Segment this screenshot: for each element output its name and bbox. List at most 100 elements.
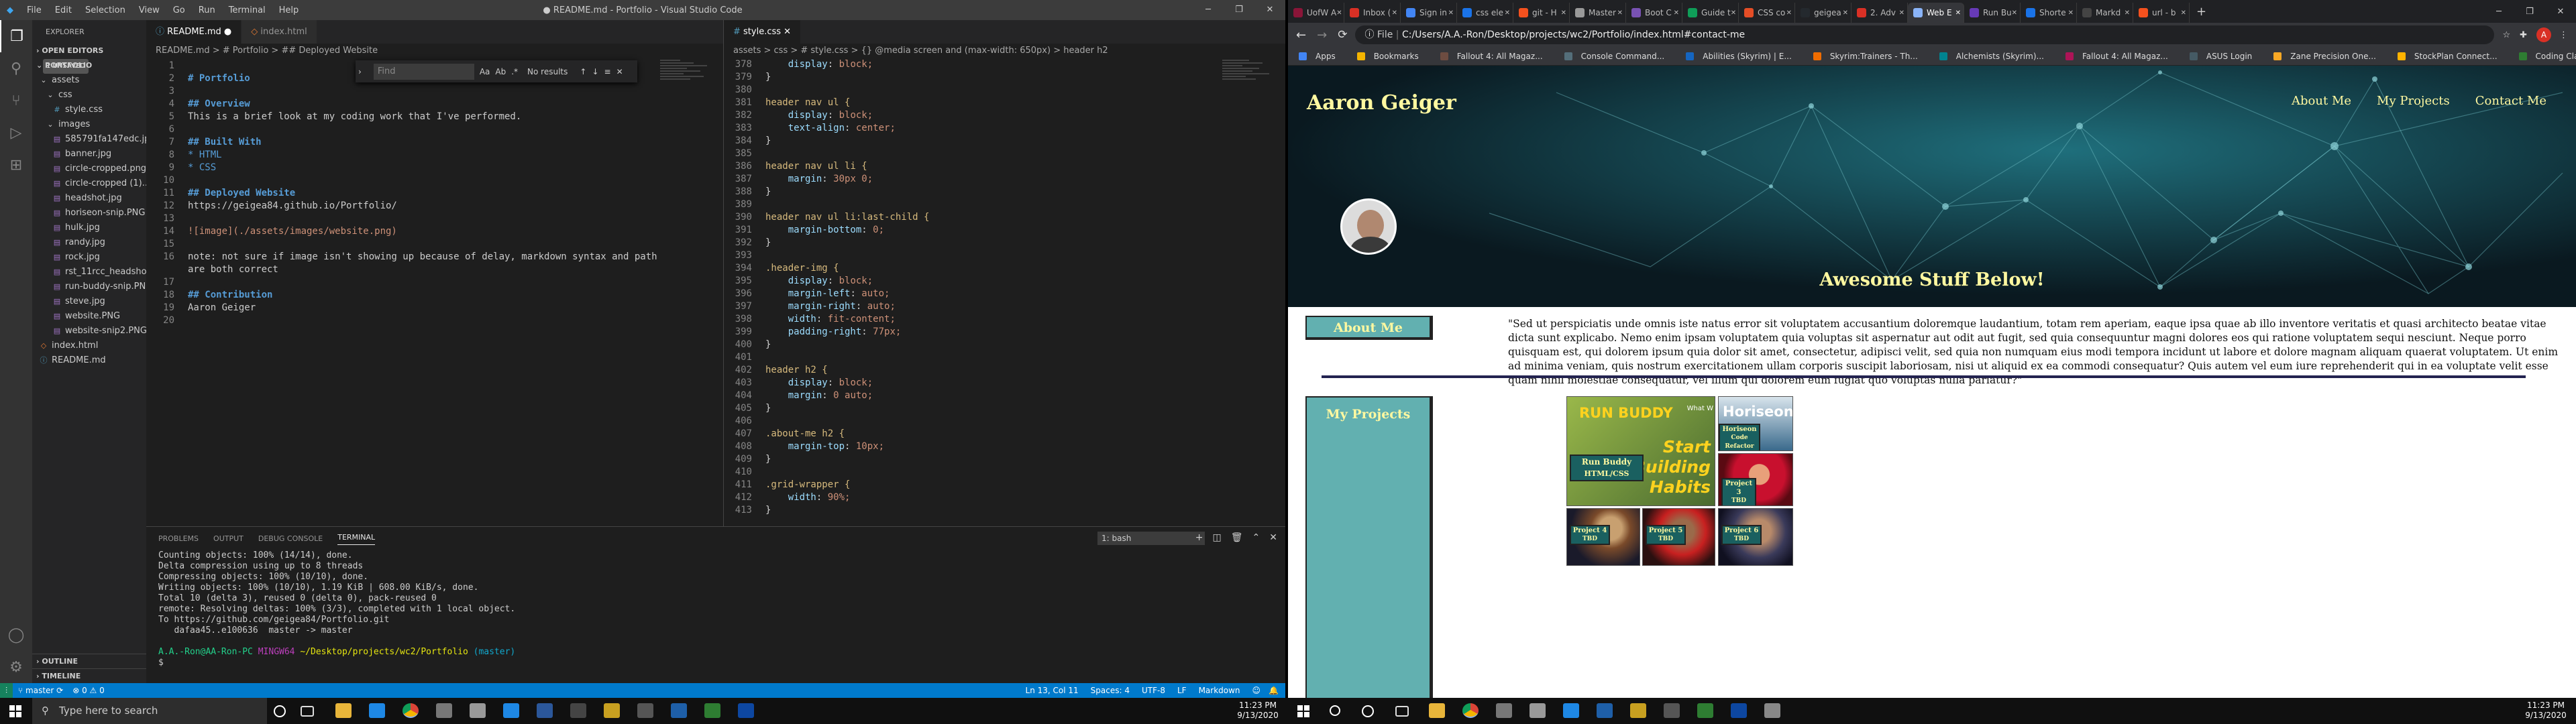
code-line[interactable]: 399 padding-right: 77px;: [724, 326, 1285, 339]
clock-left[interactable]: 11:23 PM 9/13/2020: [1234, 701, 1281, 721]
menu-selection[interactable]: Selection: [78, 5, 132, 15]
reload-icon[interactable]: ⟳: [1338, 28, 1347, 42]
project-5-tile[interactable]: Project 5 TBD: [1642, 508, 1715, 566]
tab-close-icon[interactable]: ✕: [1336, 9, 1342, 17]
explorer-icon[interactable]: ❐: [0, 20, 32, 52]
explorer-item[interactable]: ⌄ images: [32, 117, 146, 132]
project-horiseon-tile[interactable]: Horiseon Horiseon Code Refactor: [1718, 396, 1793, 451]
code-line[interactable]: 7 ## Built With: [146, 136, 723, 149]
project-3-tile[interactable]: Project 3 TBD: [1718, 453, 1793, 506]
browser-tab[interactable]: Boot C ✕: [1626, 3, 1682, 23]
project-6-tile[interactable]: Project 6 TBD: [1718, 508, 1793, 566]
code-line[interactable]: 406: [724, 415, 1285, 428]
code-line[interactable]: 378 display: block;: [724, 58, 1285, 71]
new-terminal-icon[interactable]: +: [1195, 532, 1203, 543]
close-icon[interactable]: ✕: [1254, 0, 1285, 20]
terminal-output[interactable]: Counting objects: 100% (14/14), done. Del…: [146, 550, 1285, 668]
word-icon[interactable]: [537, 703, 553, 718]
chrome-minimize-icon[interactable]: ─: [2483, 7, 2514, 17]
explorer-item[interactable]: ⌄ css: [32, 88, 146, 103]
minimap[interactable]: [660, 58, 714, 132]
bookmark-item[interactable]: Abilities (Skyrim) | E...: [1680, 52, 1797, 61]
readme-code[interactable]: 1 2 # Portfolio 3 4 ## Overview 5 This is a bri…: [146, 58, 723, 327]
bookmark-item[interactable]: Skyrim:Trainers - Th...: [1808, 52, 1923, 61]
app-icon-4[interactable]: [671, 703, 687, 718]
code-line[interactable]: 403 display: block;: [724, 377, 1285, 389]
find-input[interactable]: Find: [373, 63, 474, 80]
encoding-status[interactable]: UTF-8: [1142, 686, 1165, 695]
app-icon-9[interactable]: [1664, 703, 1680, 718]
tab-close-icon[interactable]: ✕: [1899, 9, 1904, 17]
explorer-item[interactable]: ▤ horiseon-snip.PNG: [32, 206, 146, 221]
code-line[interactable]: 400}: [724, 339, 1285, 351]
clock-right[interactable]: 11:23 PM 9/13/2020: [2522, 701, 2569, 721]
browser-tab[interactable]: Guide t ✕: [1682, 3, 1739, 23]
terminal-shell-select[interactable]: 1: bash: [1097, 532, 1205, 545]
app-icon-10[interactable]: [1697, 703, 1713, 718]
camera-icon-right[interactable]: [1496, 703, 1512, 718]
code-line[interactable]: 398 width: fit-content;: [724, 313, 1285, 326]
code-line[interactable]: 388}: [724, 186, 1285, 198]
code-line[interactable]: 404 margin: 0 auto;: [724, 389, 1285, 402]
code-line[interactable]: 386 header nav ul li {: [724, 160, 1285, 173]
app-icon-1[interactable]: [570, 703, 586, 718]
menu-file[interactable]: File: [20, 5, 48, 15]
tab-debug-console[interactable]: DEBUG CONSOLE: [258, 534, 323, 543]
explorer-item[interactable]: ⓘ README.md: [32, 353, 146, 368]
tab-close-icon[interactable]: ✕: [1392, 9, 1397, 17]
explorer-item[interactable]: ▤ website-snip2.PNG: [32, 324, 146, 339]
nav-my-projects[interactable]: My Projects: [2377, 94, 2450, 108]
extensions-puzzle-icon[interactable]: ✚: [2520, 30, 2527, 40]
chrome-taskbar-icon-right[interactable]: [1462, 703, 1479, 718]
site-brand[interactable]: Aaron Geiger: [1307, 91, 1456, 115]
explorer-item[interactable]: ▤ randy.jpg: [32, 235, 146, 250]
bookmark-item[interactable]: Fallout 4: All Magaz...: [1435, 52, 1548, 61]
explorer-item[interactable]: ▤ run-buddy-snip.PNG: [32, 280, 146, 294]
eol-status[interactable]: LF: [1177, 686, 1187, 695]
explorer-item[interactable]: # style.css: [32, 103, 146, 117]
code-line[interactable]: 382 display: block;: [724, 109, 1285, 122]
explorer-item[interactable]: ▤ circle-cropped.png: [32, 162, 146, 176]
bookmark-item[interactable]: Apps: [1293, 52, 1341, 61]
tab-style-css[interactable]: # style.css ✕: [724, 20, 802, 44]
code-line[interactable]: 3: [146, 85, 723, 98]
code-line[interactable]: 393: [724, 249, 1285, 262]
code-line[interactable]: 9 * CSS: [146, 162, 723, 174]
app-icon-11[interactable]: [1731, 703, 1747, 718]
tab-index-html[interactable]: ◇ index.html: [241, 20, 317, 44]
task-view-icon-right[interactable]: [1395, 706, 1409, 717]
bookmark-item[interactable]: Bookmarks: [1352, 52, 1424, 61]
forward-icon[interactable]: →: [1317, 28, 1327, 42]
timeline-section[interactable]: › TIMELINE: [32, 668, 146, 683]
tab-close-icon[interactable]: ✕: [1674, 9, 1679, 17]
tab-close-icon[interactable]: ✕: [1786, 9, 1792, 17]
code-line[interactable]: 20: [146, 314, 723, 327]
code-line[interactable]: 379}: [724, 71, 1285, 84]
file-explorer-icon[interactable]: [335, 703, 352, 718]
match-case-toggle[interactable]: Aa: [480, 67, 490, 76]
code-line[interactable]: are both correct: [146, 263, 723, 276]
code-line[interactable]: 4 ## Overview: [146, 98, 723, 111]
code-line[interactable]: 395 display: block;: [724, 275, 1285, 288]
app-icon-6[interactable]: [738, 703, 754, 718]
tab-close-icon[interactable]: ✕: [1561, 9, 1566, 17]
app-icon-12[interactable]: [1764, 703, 1780, 718]
next-match-icon[interactable]: ↓: [592, 67, 598, 76]
tab-close-icon[interactable]: ✕: [1955, 9, 1961, 17]
css-minimap[interactable]: [1222, 58, 1276, 132]
menu-edit[interactable]: Edit: [48, 5, 78, 15]
browser-tab[interactable]: 2. Adv ✕: [1851, 3, 1908, 23]
code-line[interactable]: 19 Aaron Geiger: [146, 302, 723, 314]
open-editors-section[interactable]: › OPEN EDITORS1 UNSAVED: [32, 44, 146, 74]
tab-close-icon[interactable]: ✕: [2125, 9, 2130, 17]
code-line[interactable]: 394 .header-img {: [724, 262, 1285, 275]
browser-tab[interactable]: Master ✕: [1570, 3, 1626, 23]
breadcrumb[interactable]: README.md > # Portfolio > ## Deployed We…: [146, 44, 723, 58]
split-terminal-icon[interactable]: ◫: [1213, 532, 1222, 543]
code-line[interactable]: 409}: [724, 453, 1285, 466]
code-line[interactable]: 392}: [724, 237, 1285, 249]
project-4-tile[interactable]: Project 4 TBD: [1566, 508, 1640, 566]
find-toggle-icon[interactable]: ›: [358, 67, 362, 76]
browser-tab[interactable]: Markd ✕: [2077, 3, 2133, 23]
css-code[interactable]: 378 display: block; 379} 380 381 header nav …: [724, 58, 1285, 517]
